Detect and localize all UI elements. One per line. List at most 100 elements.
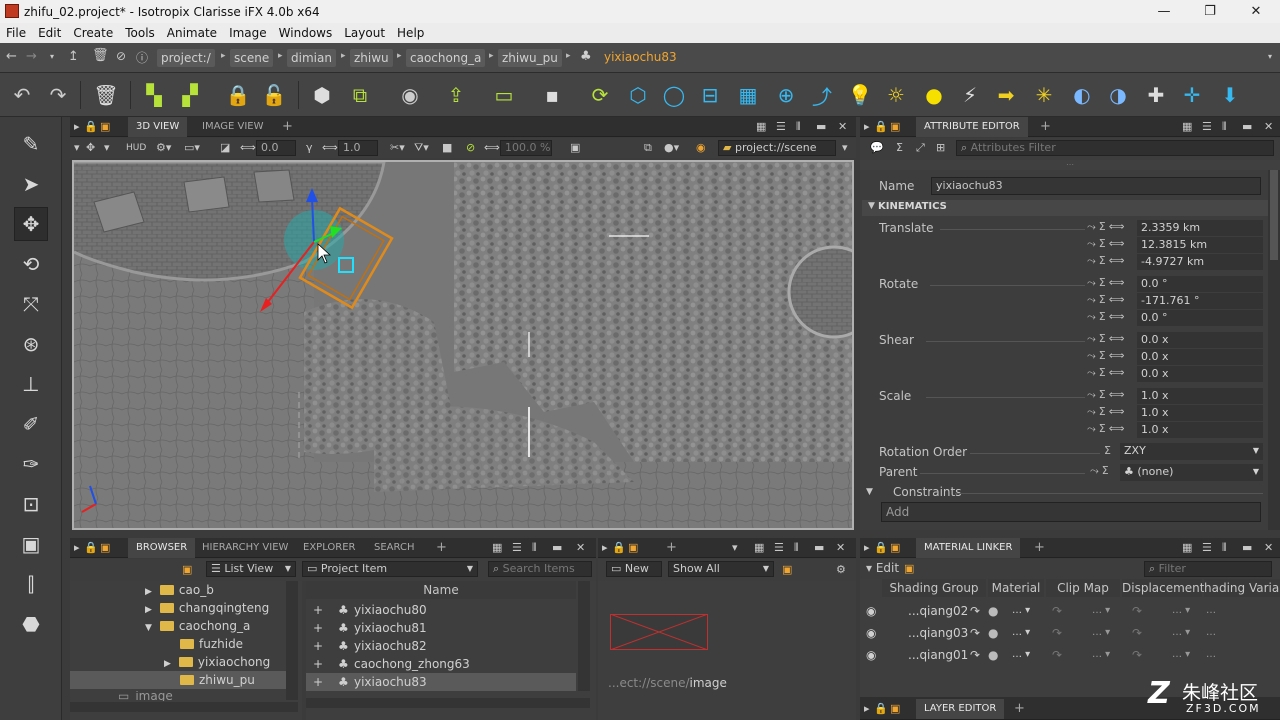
- list-item-selected[interactable]: + ♣ yixiaochu83: [306, 673, 576, 691]
- gamma-icon[interactable]: γ: [306, 141, 313, 154]
- scale-x-controls-icon[interactable]: ⤳Σ⟺: [1087, 388, 1135, 404]
- expand-icon[interactable]: ⤢: [916, 141, 925, 155]
- rotate-y-field[interactable]: -171.761 °: [1137, 293, 1263, 309]
- tools-icon[interactable]: ✂▾: [390, 141, 405, 154]
- panel-collapse-icon[interactable]: ▸: [864, 541, 870, 554]
- grid-primitive-icon[interactable]: ▦: [734, 81, 762, 109]
- rotate-z-field[interactable]: 0.0 °: [1137, 310, 1263, 326]
- shear-z-field[interactable]: 0.0 x: [1137, 366, 1263, 382]
- camera-tool-icon[interactable]: ▣: [14, 527, 48, 561]
- panel-pin-icon[interactable]: ▣: [628, 541, 638, 554]
- message-icon[interactable]: ▭: [490, 81, 518, 109]
- column-header-name[interactable]: Name: [306, 581, 576, 599]
- eyedropper-icon[interactable]: ✎: [14, 127, 48, 161]
- group-icon[interactable]: ▚: [140, 81, 168, 109]
- filter-icon[interactable]: ⛛▾: [414, 141, 429, 155]
- scale-y-controls-icon[interactable]: ⤳Σ⟺: [1087, 405, 1135, 421]
- sigma-icon[interactable]: Σ: [896, 141, 903, 154]
- scene-path-dropdown-icon[interactable]: ▾: [842, 141, 848, 154]
- column-material[interactable]: Material: [988, 579, 1044, 597]
- close-panel-icon[interactable]: ✕: [1264, 120, 1273, 133]
- layout-grid-icon[interactable]: ▦: [756, 120, 766, 133]
- kinematics-section[interactable]: ▼ KINEMATICS: [862, 200, 1268, 216]
- scale-z-field[interactable]: 1.0 x: [1137, 422, 1263, 438]
- settings-gear-icon[interactable]: ⚙: [836, 563, 846, 576]
- parent-field[interactable]: ♣ (none) ▼: [1120, 464, 1263, 481]
- tree-item[interactable]: ▶ changqingteng: [145, 599, 269, 617]
- tab-browser[interactable]: BROWSER: [128, 538, 196, 558]
- list-view-select[interactable]: ☰ List View ▼: [206, 561, 296, 577]
- back-arrow-icon[interactable]: ←: [6, 49, 17, 64]
- parent-controls-icon[interactable]: ⤳Σ: [1090, 464, 1120, 480]
- box-primitive-icon[interactable]: ⬡: [624, 81, 652, 109]
- add-tab-button[interactable]: +: [428, 538, 455, 558]
- add-tab-button[interactable]: +: [1006, 699, 1033, 719]
- shear-y-field[interactable]: 0.0 x: [1137, 349, 1263, 365]
- project-item-select[interactable]: ▭ Project Item ▼: [302, 561, 478, 577]
- quality-field[interactable]: 100.0 %: [500, 140, 552, 156]
- visibility-eye-icon[interactable]: ◉: [866, 624, 876, 642]
- add-tab-button[interactable]: +: [1032, 117, 1059, 137]
- tree-item-selected[interactable]: zhiwu_pu: [70, 671, 286, 689]
- breadcrumb-dimian[interactable]: dimian: [287, 49, 336, 67]
- layout-cols-icon[interactable]: ⫴: [1222, 541, 1227, 555]
- sphere-light-icon[interactable]: ●: [920, 81, 948, 109]
- link-icon[interactable]: ↷: [1132, 624, 1142, 642]
- displacement-dropdown-icon[interactable]: … ▾: [1172, 602, 1190, 620]
- link-icon[interactable]: ↷: [970, 602, 980, 620]
- tab-material-linker[interactable]: MATERIAL LINKER: [916, 538, 1021, 558]
- panel-pin-icon[interactable]: ▣: [890, 702, 900, 715]
- exposure-field[interactable]: 0.0: [256, 140, 296, 156]
- menu-layout[interactable]: Layout: [338, 26, 391, 40]
- tab-image-view[interactable]: IMAGE VIEW: [194, 117, 271, 137]
- maximize-panel-icon[interactable]: ▬: [1242, 120, 1252, 133]
- constraints-expand-icon[interactable]: ▼: [866, 487, 873, 497]
- node-icon[interactable]: ▪: [538, 81, 566, 109]
- globe-icon[interactable]: ⊕: [772, 81, 800, 109]
- column-shading-group[interactable]: Shading Group: [882, 579, 986, 597]
- menu-help[interactable]: Help: [391, 26, 430, 40]
- list-item[interactable]: + ♣ caochong_zhong63: [306, 655, 576, 673]
- comment-icon[interactable]: 💬: [870, 141, 884, 154]
- sun-light-icon[interactable]: ☼: [882, 81, 910, 109]
- menu-create[interactable]: Create: [67, 26, 119, 40]
- scene-path-field[interactable]: ▰ project://scene: [718, 140, 836, 156]
- constraints-add-button[interactable]: Add: [881, 502, 1261, 522]
- table-row[interactable]: ◉ ...qiang03 ↷ ● … ▾ ↷ … ▾ ↷ … ▾ …: [860, 624, 1220, 642]
- translate-z-field[interactable]: -4.9727 km: [1137, 254, 1263, 270]
- copy-view-icon[interactable]: ⧉: [644, 141, 652, 155]
- column-displacement[interactable]: Displacement: [1122, 579, 1205, 597]
- quality-arrows-icon[interactable]: ⟺: [484, 141, 500, 154]
- panel-dropdown-icon[interactable]: ▾: [732, 541, 738, 554]
- frame-tool-icon[interactable]: ⊡: [14, 487, 48, 521]
- menu-tools[interactable]: Tools: [119, 26, 161, 40]
- material-tool-icon[interactable]: ⬣: [14, 607, 48, 641]
- pin-attr-icon[interactable]: ⊞: [936, 141, 945, 154]
- progressive-icon[interactable]: ⊘: [466, 141, 475, 154]
- snap-tool-icon[interactable]: ⫿: [14, 567, 48, 601]
- panel-collapse-icon[interactable]: ▸: [74, 120, 80, 133]
- isolate-icon[interactable]: ⧉: [346, 81, 374, 109]
- breadcrumb-scene[interactable]: scene: [230, 49, 274, 67]
- translate-x-field[interactable]: 2.3359 km: [1137, 220, 1263, 236]
- export-icon[interactable]: ⇪: [442, 81, 470, 109]
- variable-dropdown-icon[interactable]: …: [1206, 646, 1216, 664]
- sphere-primitive-icon[interactable]: ◯: [660, 81, 688, 109]
- light-bulb-icon[interactable]: 💡: [846, 81, 874, 109]
- material-dropdown-icon[interactable]: … ▾: [1012, 646, 1030, 664]
- add-tab-button[interactable]: +: [274, 117, 301, 137]
- panel-lock-icon[interactable]: 🔒: [84, 120, 98, 133]
- close-panel-icon[interactable]: ✕: [576, 541, 585, 554]
- menu-file[interactable]: File: [0, 26, 32, 40]
- tab-3d-view[interactable]: 3D VIEW: [128, 117, 188, 137]
- up-folder-icon[interactable]: ↥: [68, 49, 79, 64]
- panel-collapse-icon[interactable]: ▸: [74, 541, 80, 554]
- panel-lock-icon[interactable]: 🔒: [874, 702, 888, 715]
- rotation-order-sigma-icon[interactable]: Σ: [1104, 444, 1118, 460]
- rotation-order-select[interactable]: ZXY ▼: [1120, 443, 1263, 460]
- menu-edit[interactable]: Edit: [32, 26, 67, 40]
- panel-pin-icon[interactable]: ▣: [100, 120, 110, 133]
- refresh-icon[interactable]: ⟳: [586, 81, 614, 109]
- menu-windows[interactable]: Windows: [273, 26, 339, 40]
- panel-pin-icon[interactable]: ▣: [890, 120, 900, 133]
